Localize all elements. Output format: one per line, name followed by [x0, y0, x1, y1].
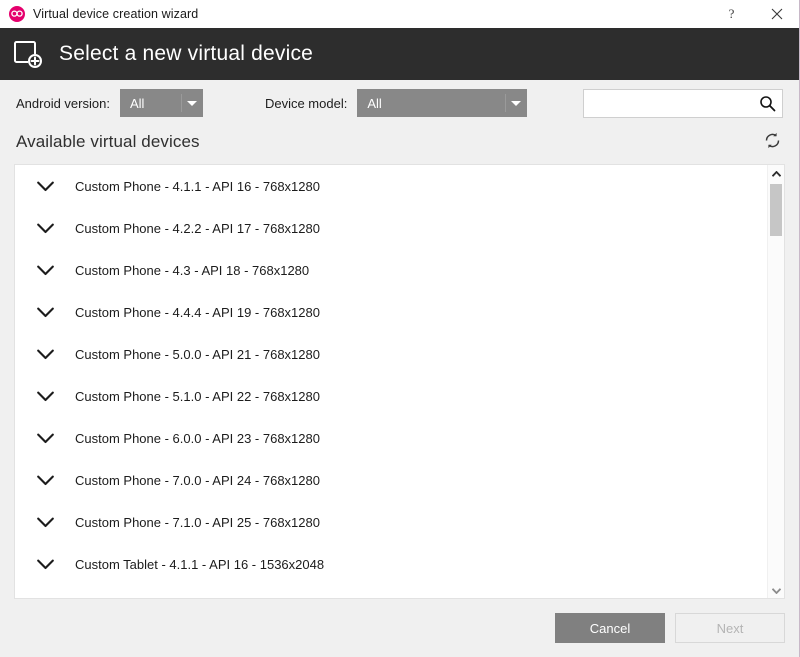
chevron-down-icon[interactable]: [33, 258, 57, 282]
device-list-item-label: Custom Phone - 4.2.2 - API 17 - 768x1280: [75, 220, 320, 236]
window-title: Virtual device creation wizard: [33, 6, 199, 21]
chevron-down-icon[interactable]: [33, 384, 57, 408]
scroll-down-button[interactable]: [768, 581, 784, 598]
device-list-item-label: Custom Phone - 6.0.0 - API 23 - 768x1280: [75, 430, 320, 446]
genymotion-logo-icon: [9, 5, 25, 22]
device-list-item-label: Custom Phone - 4.3 - API 18 - 768x1280: [75, 262, 310, 278]
chevron-down-icon: [505, 89, 527, 117]
device-list-item[interactable]: Custom Phone - 4.1.1 - API 16 - 768x1280: [15, 165, 767, 207]
scrollbar-thumb[interactable]: [770, 184, 782, 236]
android-version-value: All: [129, 95, 145, 111]
refresh-button[interactable]: [761, 131, 783, 153]
device-list-item[interactable]: Custom Phone - 5.0.0 - API 21 - 768x1280: [15, 333, 767, 375]
android-version-select[interactable]: All: [119, 89, 203, 117]
device-list-area: Custom Phone - 4.1.1 - API 16 - 768x1280…: [15, 165, 767, 598]
device-list-item-label: Custom Phone - 5.1.0 - API 22 - 768x1280: [75, 388, 320, 404]
add-device-icon: [11, 37, 45, 71]
device-list-item-label: Custom Phone - 4.4.4 - API 19 - 768x1280: [75, 304, 320, 320]
chevron-down-icon[interactable]: [33, 342, 57, 366]
device-list-item[interactable]: Custom Phone - 5.1.0 - API 22 - 768x1280: [15, 375, 767, 417]
cancel-button[interactable]: Cancel: [555, 613, 665, 643]
device-list-item[interactable]: Custom Tablet - 4.1.1 - API 16 - 1536x20…: [15, 543, 767, 585]
chevron-down-icon[interactable]: [33, 300, 57, 324]
device-list-item-label: Custom Phone - 7.1.0 - API 25 - 768x1280: [75, 514, 320, 530]
search-input[interactable]: [592, 95, 758, 111]
device-list-item[interactable]: Custom Phone - 4.3 - API 18 - 768x1280: [15, 249, 767, 291]
footer-actions: Cancel Next: [0, 599, 799, 657]
device-list-item-label: Custom Phone - 4.1.1 - API 16 - 768x1280: [75, 178, 320, 194]
chevron-down-icon[interactable]: [33, 510, 57, 534]
close-button[interactable]: [754, 0, 799, 28]
chevron-down-icon[interactable]: [33, 468, 57, 492]
chevron-down-icon[interactable]: [33, 426, 57, 450]
device-list-item[interactable]: Custom Phone - 4.2.2 - API 17 - 768x1280: [15, 207, 767, 249]
search-icon[interactable]: [758, 95, 776, 112]
section-header: Available virtual devices: [0, 126, 799, 158]
device-model-select[interactable]: All: [357, 89, 528, 117]
chevron-down-icon[interactable]: [33, 216, 57, 240]
chevron-down-icon: [180, 89, 203, 117]
chevron-down-icon[interactable]: [33, 552, 57, 576]
filter-bar: Android version: All Device model: All: [0, 80, 799, 126]
available-devices-title: Available virtual devices: [16, 132, 200, 151]
device-model-value: All: [367, 95, 382, 111]
device-list-item[interactable]: Custom Phone - 6.0.0 - API 23 - 768x1280: [15, 417, 767, 459]
close-icon: [771, 8, 783, 20]
device-list-item-label: Custom Phone - 5.0.0 - API 21 - 768x1280: [75, 346, 320, 362]
device-list-item[interactable]: Custom Phone - 4.4.4 - API 19 - 768x1280: [15, 291, 767, 333]
window-controls: ?: [709, 0, 799, 28]
device-model-label: Device model:: [264, 95, 348, 111]
scroll-down-arrow-icon: [771, 582, 781, 597]
device-list-item-label: Custom Phone - 7.0.0 - API 24 - 768x1280: [75, 472, 320, 488]
scroll-up-arrow-icon: [771, 166, 781, 181]
scrollbar-track[interactable]: [768, 182, 784, 581]
help-button[interactable]: ?: [709, 0, 754, 28]
wizard-header: Select a new virtual device: [0, 28, 799, 80]
android-version-label: Android version:: [16, 95, 110, 111]
device-list-scrollbar[interactable]: [767, 165, 784, 598]
titlebar: Virtual device creation wizard ?: [0, 0, 799, 28]
virtual-device-wizard-window: Virtual device creation wizard ? Select …: [0, 0, 800, 657]
available-devices-list: Custom Phone - 4.1.1 - API 16 - 768x1280…: [14, 164, 785, 599]
page-title: Select a new virtual device: [59, 42, 314, 65]
search-box[interactable]: [583, 88, 783, 118]
help-label: ?: [728, 5, 735, 21]
next-button[interactable]: Next: [675, 613, 785, 643]
refresh-icon: [763, 131, 782, 153]
device-list-item[interactable]: Custom Phone - 7.1.0 - API 25 - 768x1280: [15, 501, 767, 543]
chevron-down-icon[interactable]: [33, 174, 57, 198]
scroll-up-button[interactable]: [768, 165, 784, 182]
device-list-item-label: Custom Tablet - 4.1.1 - API 16 - 1536x20…: [75, 556, 325, 572]
device-list-item[interactable]: Custom Phone - 7.0.0 - API 24 - 768x1280: [15, 459, 767, 501]
